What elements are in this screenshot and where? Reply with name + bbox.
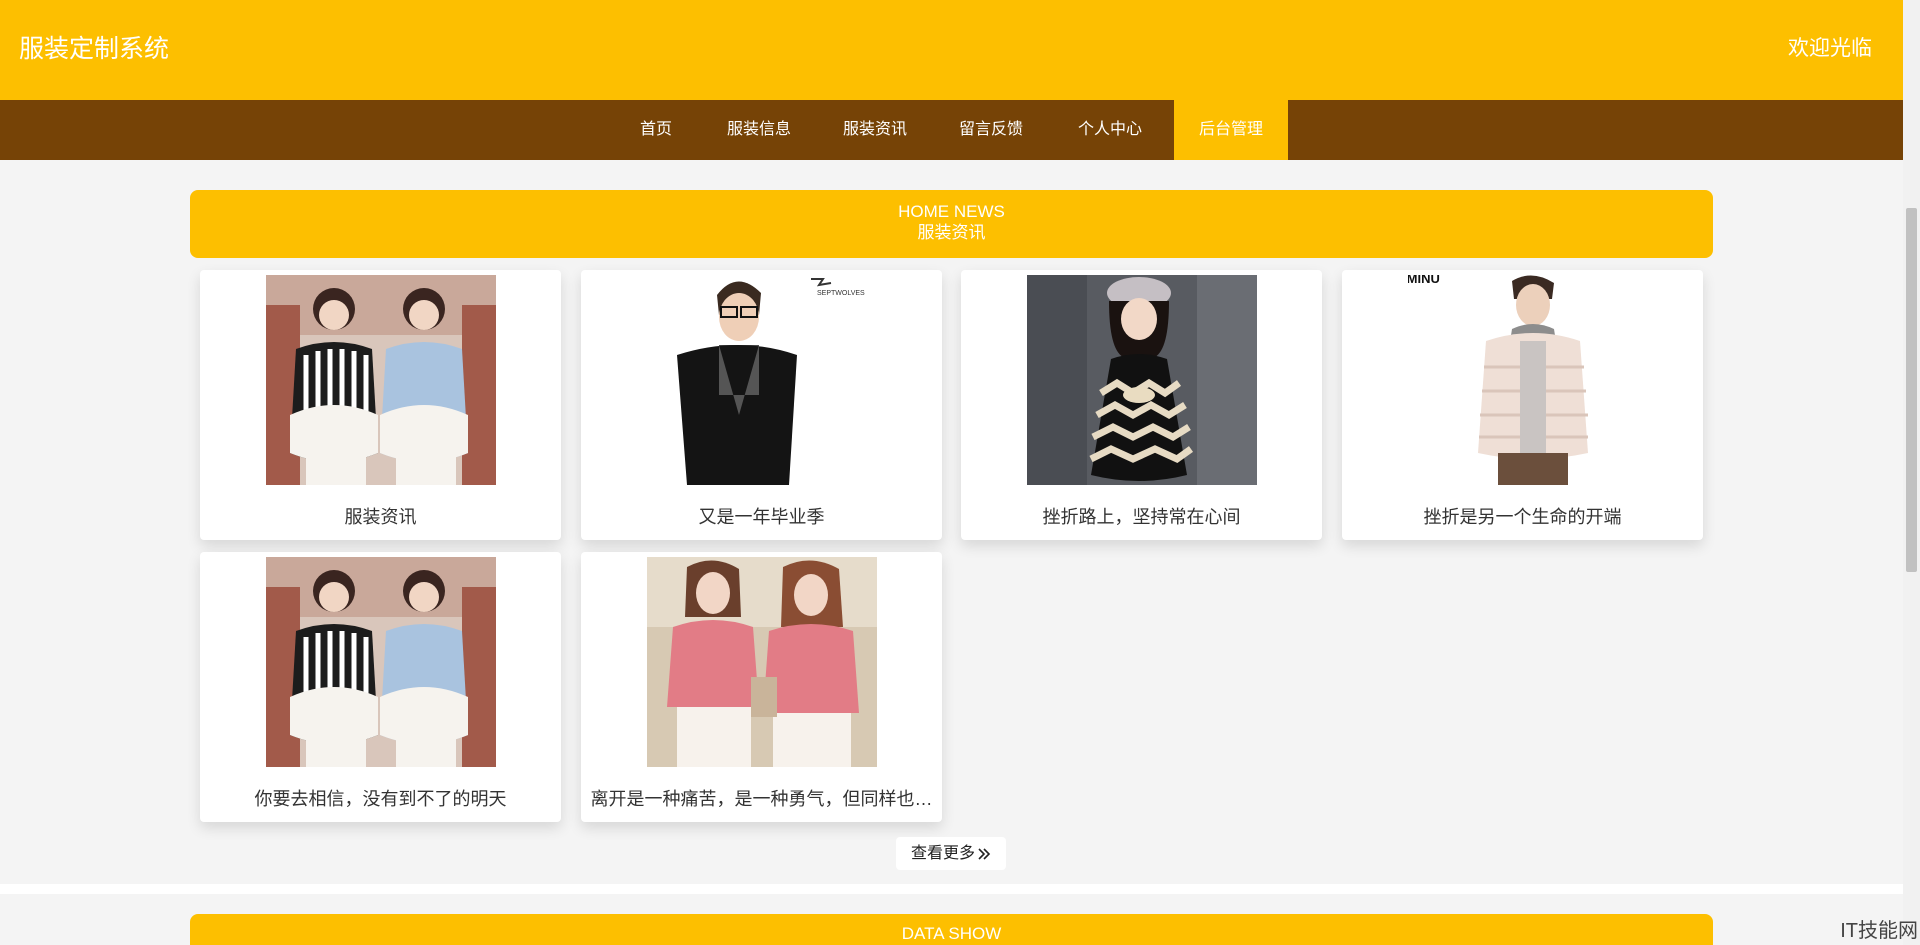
site-title[interactable]: 服装定制系统 (19, 34, 169, 64)
page: 服装定制系统 欢迎光临 首页 服装信息 服装资讯 留言反馈 个人中心 后台管理 … (0, 0, 1903, 945)
view-more-label: 查看更多 (910, 845, 975, 862)
news-section-title-cn: 服装资讯 (917, 223, 986, 242)
double-chevron-right-icon (977, 847, 991, 861)
two-women-pink-tshirts-photo (647, 557, 877, 767)
eminu-logo: EMINU (1408, 275, 1440, 286)
nav-item-admin[interactable]: 后台管理 (1174, 100, 1288, 160)
main-nav: 首页 服装信息 服装资讯 留言反馈 个人中心 后台管理 (0, 100, 1903, 160)
news-card[interactable]: 你要去相信，没有到不了的明天 (200, 552, 561, 822)
nav-item-feedback[interactable]: 留言反馈 (946, 100, 1036, 160)
news-card[interactable]: 离开是一种痛苦，是一种勇气，但同样也… (581, 552, 942, 822)
data-section-title-en: DATA SHOW (901, 924, 1002, 943)
nav-item-clothing-info[interactable]: 服装信息 (714, 100, 804, 160)
news-card-title[interactable]: 挫折是另一个生命的开端 (1342, 505, 1703, 529)
two-women-lace-tops-photo (266, 557, 496, 767)
two-women-lace-tops-photo (266, 275, 496, 485)
nav-item-home[interactable]: 首页 (622, 100, 690, 160)
news-card-title[interactable]: 离开是一种痛苦，是一种勇气，但同样也… (581, 787, 942, 811)
news-card-title[interactable]: 你要去相信，没有到不了的明天 (200, 787, 561, 811)
news-section-header: HOME NEWS 服装资讯 (190, 190, 1713, 258)
man-black-coat-photo: SEPTWOLVES (647, 275, 877, 485)
news-card-title[interactable]: 服装资讯 (200, 505, 561, 529)
site-header: 服装定制系统 欢迎光临 (0, 0, 1903, 100)
girl-patterned-dress-photo (1027, 275, 1257, 485)
news-card-title[interactable]: 又是一年毕业季 (581, 505, 942, 529)
view-more-button[interactable]: 查看更多 (896, 837, 1006, 870)
vertical-scrollbar[interactable] (1903, 0, 1920, 945)
nav-item-personal-center[interactable]: 个人中心 (1065, 100, 1155, 160)
news-card[interactable]: EMINU 挫折是另一个生命的开端 (1342, 270, 1703, 540)
news-card[interactable]: 挫折路上，坚持常在心间 (961, 270, 1322, 540)
septwolves-logo: SEPTWOLVES (817, 290, 865, 297)
man-puffer-jacket-photo: EMINU (1408, 275, 1638, 485)
news-card[interactable]: SEPTWOLVES 又是一年毕业季 (581, 270, 942, 540)
scrollbar-thumb[interactable] (1906, 208, 1917, 572)
nav-item-clothing-news[interactable]: 服装资讯 (830, 100, 920, 160)
watermark: IT技能网 (1840, 920, 1918, 942)
news-card[interactable]: 服装资讯 (200, 270, 561, 540)
data-section-header: DATA SHOW (190, 914, 1713, 945)
welcome-text: 欢迎光临 (1788, 37, 1872, 60)
news-card-title[interactable]: 挫折路上，坚持常在心间 (961, 505, 1322, 529)
news-section-title-en: HOME NEWS (898, 202, 1005, 221)
section-divider (0, 884, 1903, 894)
